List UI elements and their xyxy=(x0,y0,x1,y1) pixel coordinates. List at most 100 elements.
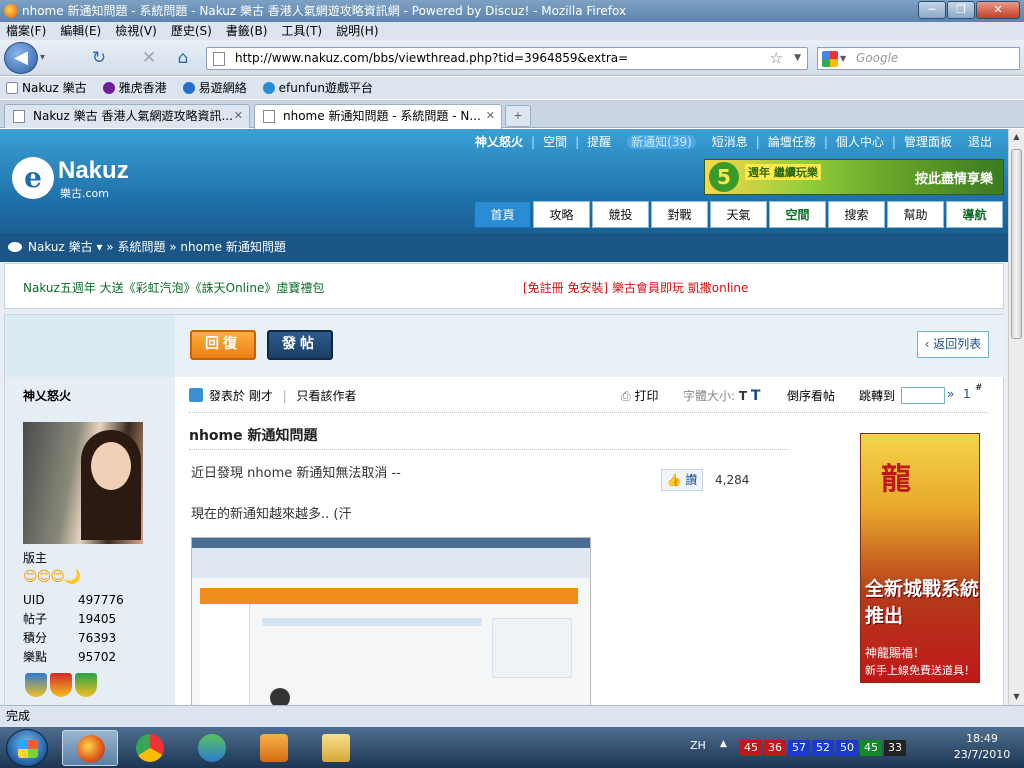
nav-auction[interactable]: 競投 xyxy=(592,201,649,228)
topnav-logout[interactable]: 退出 xyxy=(960,134,1000,150)
banner-line1: 週年 繼續玩樂 xyxy=(745,164,821,180)
tray-counter[interactable]: 36 xyxy=(764,740,786,756)
nav-search[interactable]: 搜索 xyxy=(828,201,885,228)
menu-file[interactable]: 檔案(F) xyxy=(6,22,46,40)
medal-icon[interactable] xyxy=(25,673,47,697)
start-button[interactable] xyxy=(6,729,48,767)
floor-number[interactable]: 1 xyxy=(963,387,971,401)
jump-input[interactable] xyxy=(901,387,945,404)
bookmark-star-icon[interactable]: ☆ xyxy=(770,48,783,69)
nav-home[interactable]: 首頁 xyxy=(474,201,531,228)
print-link[interactable]: ⎙ 打印 xyxy=(621,387,658,404)
nav-battle[interactable]: 對戰 xyxy=(651,201,708,228)
menu-edit[interactable]: 編輯(E) xyxy=(60,22,101,40)
taskbar-media-player[interactable] xyxy=(246,730,302,766)
taskbar-explorer[interactable] xyxy=(308,730,364,766)
url-dropdown-icon[interactable]: ▼ xyxy=(794,48,801,69)
bookmark-efunfun[interactable]: efunfun遊戲平台 xyxy=(262,77,373,99)
left-header-strip xyxy=(5,315,175,377)
language-indicator[interactable]: ZH xyxy=(690,739,706,752)
bookmark-yahoo[interactable]: 雅虎香港 xyxy=(102,77,167,99)
tray-counter[interactable]: 52 xyxy=(812,740,834,756)
site-logo[interactable]: e Nakuz 樂古.com xyxy=(12,157,152,201)
game-ad-banner[interactable]: 龍 全新城戰系統推出 神龍賜福！ 新手上線免費送道具！ xyxy=(860,433,980,683)
tray-counter[interactable]: 50 xyxy=(836,740,858,756)
topnav-messages[interactable]: 短消息 xyxy=(704,134,756,150)
reply-button[interactable]: 回復 xyxy=(190,330,256,360)
back-button[interactable]: ◀ xyxy=(4,42,38,74)
google-icon[interactable] xyxy=(822,51,838,67)
jump-go-button[interactable]: » xyxy=(947,387,954,401)
maximize-button[interactable]: ❐ xyxy=(947,1,975,19)
tab-nhome-thread[interactable]: nhome 新通知問題 - 系統問題 - N... ✕ xyxy=(254,104,502,129)
tray-counter[interactable]: 57 xyxy=(788,740,810,756)
search-input[interactable]: ▼ Google xyxy=(817,47,1020,70)
taskbar-messenger[interactable] xyxy=(184,730,240,766)
nav-space[interactable]: 空間 xyxy=(769,201,826,228)
topnav-space[interactable]: 空間 xyxy=(535,134,575,150)
tab-close-icon[interactable]: ✕ xyxy=(486,105,495,127)
tray-counter[interactable]: 33 xyxy=(884,740,906,756)
windows-logo-icon xyxy=(18,740,38,758)
scroll-thumb[interactable] xyxy=(1011,149,1022,339)
menu-history[interactable]: 歷史(S) xyxy=(171,22,212,40)
reverse-order-link[interactable]: 倒序看帖 xyxy=(787,387,835,404)
taskbar-clock[interactable]: 18:49 23/7/2010 xyxy=(952,731,1012,763)
anniversary-banner[interactable]: 5 週年 繼續玩樂 按此盡情享樂 xyxy=(704,159,1004,195)
web-page: 神乂怒火 | 空間 | 提醒 新通知(39) 短消息 | 論壇任務 | 個人中心… xyxy=(0,129,1008,705)
taskbar-chrome[interactable] xyxy=(122,730,178,766)
back-to-list-button[interactable]: ‹ 返回列表 xyxy=(917,331,989,358)
medal-icon[interactable] xyxy=(50,673,72,697)
history-dropdown-icon[interactable]: ▾ xyxy=(40,50,54,66)
tab-close-icon[interactable]: ✕ xyxy=(234,105,243,127)
stop-icon[interactable]: ✕ xyxy=(138,47,160,69)
promo-left-link[interactable]: Nakuz五週年 大送《彩虹汽泡》《誅天Online》虛寶禮包 xyxy=(23,279,324,296)
tray-counter[interactable]: 45 xyxy=(740,740,762,756)
nav-guides[interactable]: 攻略 xyxy=(533,201,590,228)
topnav-username[interactable]: 神乂怒火 xyxy=(467,134,531,150)
only-author-link[interactable]: 只看該作者 xyxy=(297,389,357,403)
url-bar[interactable]: http://www.nakuz.com/bbs/viewthread.php?… xyxy=(206,47,808,70)
bookmark-nakuz[interactable]: Nakuz 樂古 xyxy=(6,77,87,99)
menu-help[interactable]: 說明(H) xyxy=(336,22,378,40)
topnav-profile[interactable]: 個人中心 xyxy=(828,134,892,150)
topnav-remind[interactable]: 提醒 xyxy=(579,134,619,150)
new-tab-button[interactable]: + xyxy=(505,105,531,127)
topnav-notifications[interactable]: 新通知(39) xyxy=(627,135,696,149)
font-size-small[interactable]: T xyxy=(739,389,747,403)
medal-icon[interactable] xyxy=(75,673,97,697)
media-player-icon xyxy=(260,734,288,762)
avatar[interactable] xyxy=(23,422,143,544)
vertical-scrollbar[interactable]: ▲ ▼ xyxy=(1008,129,1024,705)
font-size-large[interactable]: T xyxy=(751,388,761,404)
tray-counter[interactable]: 45 xyxy=(860,740,882,756)
tray-expand-icon[interactable]: ▲ xyxy=(720,739,727,749)
menu-view[interactable]: 檢視(V) xyxy=(115,22,157,40)
topnav-tasks[interactable]: 論壇任務 xyxy=(760,134,824,150)
scroll-down-icon[interactable]: ▼ xyxy=(1009,689,1024,705)
author-name[interactable]: 神乂怒火 xyxy=(23,387,71,404)
breadcrumb-text[interactable]: Nakuz 樂古 ▾ » 系統問題 » nhome 新通知問題 xyxy=(28,240,286,254)
home-icon[interactable]: ⌂ xyxy=(172,47,194,69)
folder-icon xyxy=(322,734,350,762)
yahoo-icon xyxy=(102,82,115,94)
promo-right-link[interactable]: [免註冊 免安裝] 樂古會員即玩 凱撒online xyxy=(523,279,748,296)
like-button[interactable]: 👍 讚 xyxy=(661,469,703,491)
minimize-button[interactable]: ─ xyxy=(918,1,946,19)
close-button[interactable]: ✕ xyxy=(976,1,1020,19)
nav-help[interactable]: 幫助 xyxy=(887,201,944,228)
post-screenshot-image[interactable] xyxy=(191,537,591,705)
search-engine-dropdown-icon[interactable]: ▼ xyxy=(840,48,846,69)
nav-weather[interactable]: 天氣 xyxy=(710,201,767,228)
menu-tools[interactable]: 工具(T) xyxy=(281,22,322,40)
menu-bookmarks[interactable]: 書籤(B) xyxy=(226,22,268,40)
bookmark-egame[interactable]: 易遊網絡 xyxy=(182,77,247,99)
new-post-button[interactable]: 發帖 xyxy=(267,330,333,360)
logo-sub: 樂古.com xyxy=(60,187,109,200)
nav-guide[interactable]: 導航 xyxy=(946,201,1003,228)
scroll-up-icon[interactable]: ▲ xyxy=(1009,129,1024,145)
reload-icon[interactable]: ↻ xyxy=(88,47,110,69)
taskbar-firefox[interactable] xyxy=(62,730,118,766)
topnav-admin[interactable]: 管理面板 xyxy=(896,134,960,150)
tab-nakuz-home[interactable]: Nakuz 樂古 香港人氣網遊攻略資訊... ✕ xyxy=(4,104,250,128)
